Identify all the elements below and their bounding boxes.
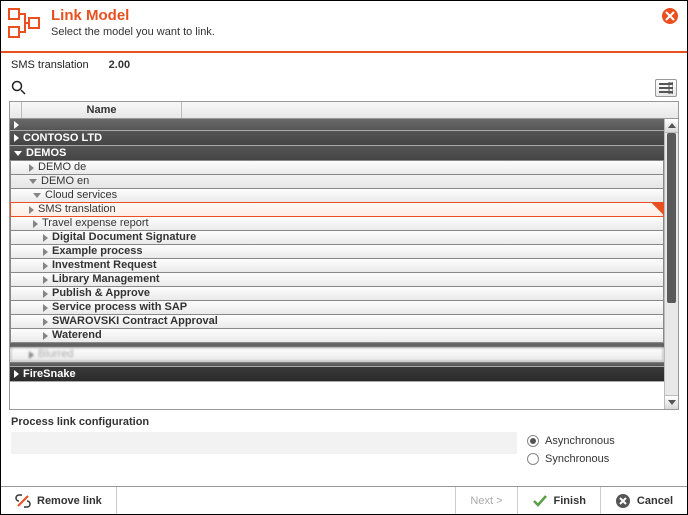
radio-async[interactable]: Asynchronous (527, 432, 677, 450)
scroll-track[interactable] (665, 133, 678, 395)
link-model-icon (7, 7, 43, 43)
finish-button[interactable]: Finish (518, 487, 601, 514)
dialog-subtitle: Select the model you want to link. (51, 26, 215, 38)
tree-row-travel[interactable]: Travel expense report (10, 216, 664, 231)
scroll-up-button[interactable] (665, 119, 678, 133)
remove-link-button[interactable]: Remove link (1, 487, 117, 514)
cancel-button[interactable]: Cancel (601, 487, 687, 514)
tree-scrollbar[interactable] (664, 119, 678, 409)
tree-row-item[interactable]: Publish & Approve (10, 286, 664, 301)
tree-row-item[interactable]: Library Management (10, 272, 664, 287)
radio-sync[interactable]: Synchronous (527, 450, 677, 468)
model-tree[interactable]: CONTOSO LTD DEMOS DEMO de DEMO en Cloud … (10, 119, 664, 409)
selected-model-label: SMS translation (11, 59, 89, 71)
cancel-icon (615, 493, 631, 509)
tree-row-item[interactable]: Waterend (10, 328, 664, 343)
search-icon[interactable] (11, 80, 27, 96)
tree-row-item[interactable]: Example process (10, 244, 664, 259)
info-bar: SMS translation 2.00 (1, 53, 687, 77)
unlink-icon (15, 493, 31, 509)
config-title: Process link configuration (11, 416, 677, 428)
check-icon (532, 493, 548, 509)
scroll-thumb[interactable] (667, 133, 676, 303)
close-button[interactable] (661, 7, 679, 25)
dialog-header: Link Model Select the model you want to … (1, 1, 687, 53)
tree-row-sms-selected[interactable]: SMS translation (10, 202, 664, 217)
tree-row-item[interactable]: Digital Document Signature (10, 230, 664, 245)
tree-row-contoso[interactable]: CONTOSO LTD (10, 131, 664, 146)
column-header-name[interactable]: Name (22, 102, 182, 118)
column-header-row: Name (9, 101, 679, 119)
tree-row-item[interactable]: Investment Request (10, 258, 664, 273)
tree-row-demo-en[interactable]: DEMO en (10, 174, 664, 189)
tree-row-blank[interactable] (10, 119, 664, 131)
tree-row-cloud[interactable]: Cloud services (10, 188, 664, 203)
config-input[interactable] (11, 432, 517, 454)
selected-model-version: 2.00 (109, 59, 130, 71)
next-button: Next > (456, 487, 517, 514)
tree-row-item[interactable]: SWAROVSKI Contract Approval (10, 314, 664, 329)
tree-row-item[interactable]: Service process with SAP (10, 300, 664, 315)
dialog-footer: Remove link Next > Finish Cancel (1, 486, 687, 514)
scroll-down-button[interactable] (665, 395, 678, 409)
tree-row-firesnake[interactable]: FireSnake (10, 367, 664, 382)
tree-row-blurred[interactable]: Blurred (10, 347, 664, 362)
tree-row-demo-de[interactable]: DEMO de (10, 160, 664, 175)
radio-icon (527, 453, 539, 465)
radio-icon (527, 435, 539, 447)
tree-row-demos[interactable]: DEMOS (10, 146, 664, 161)
dialog-title: Link Model (51, 7, 215, 24)
view-options-button[interactable] (655, 79, 677, 97)
